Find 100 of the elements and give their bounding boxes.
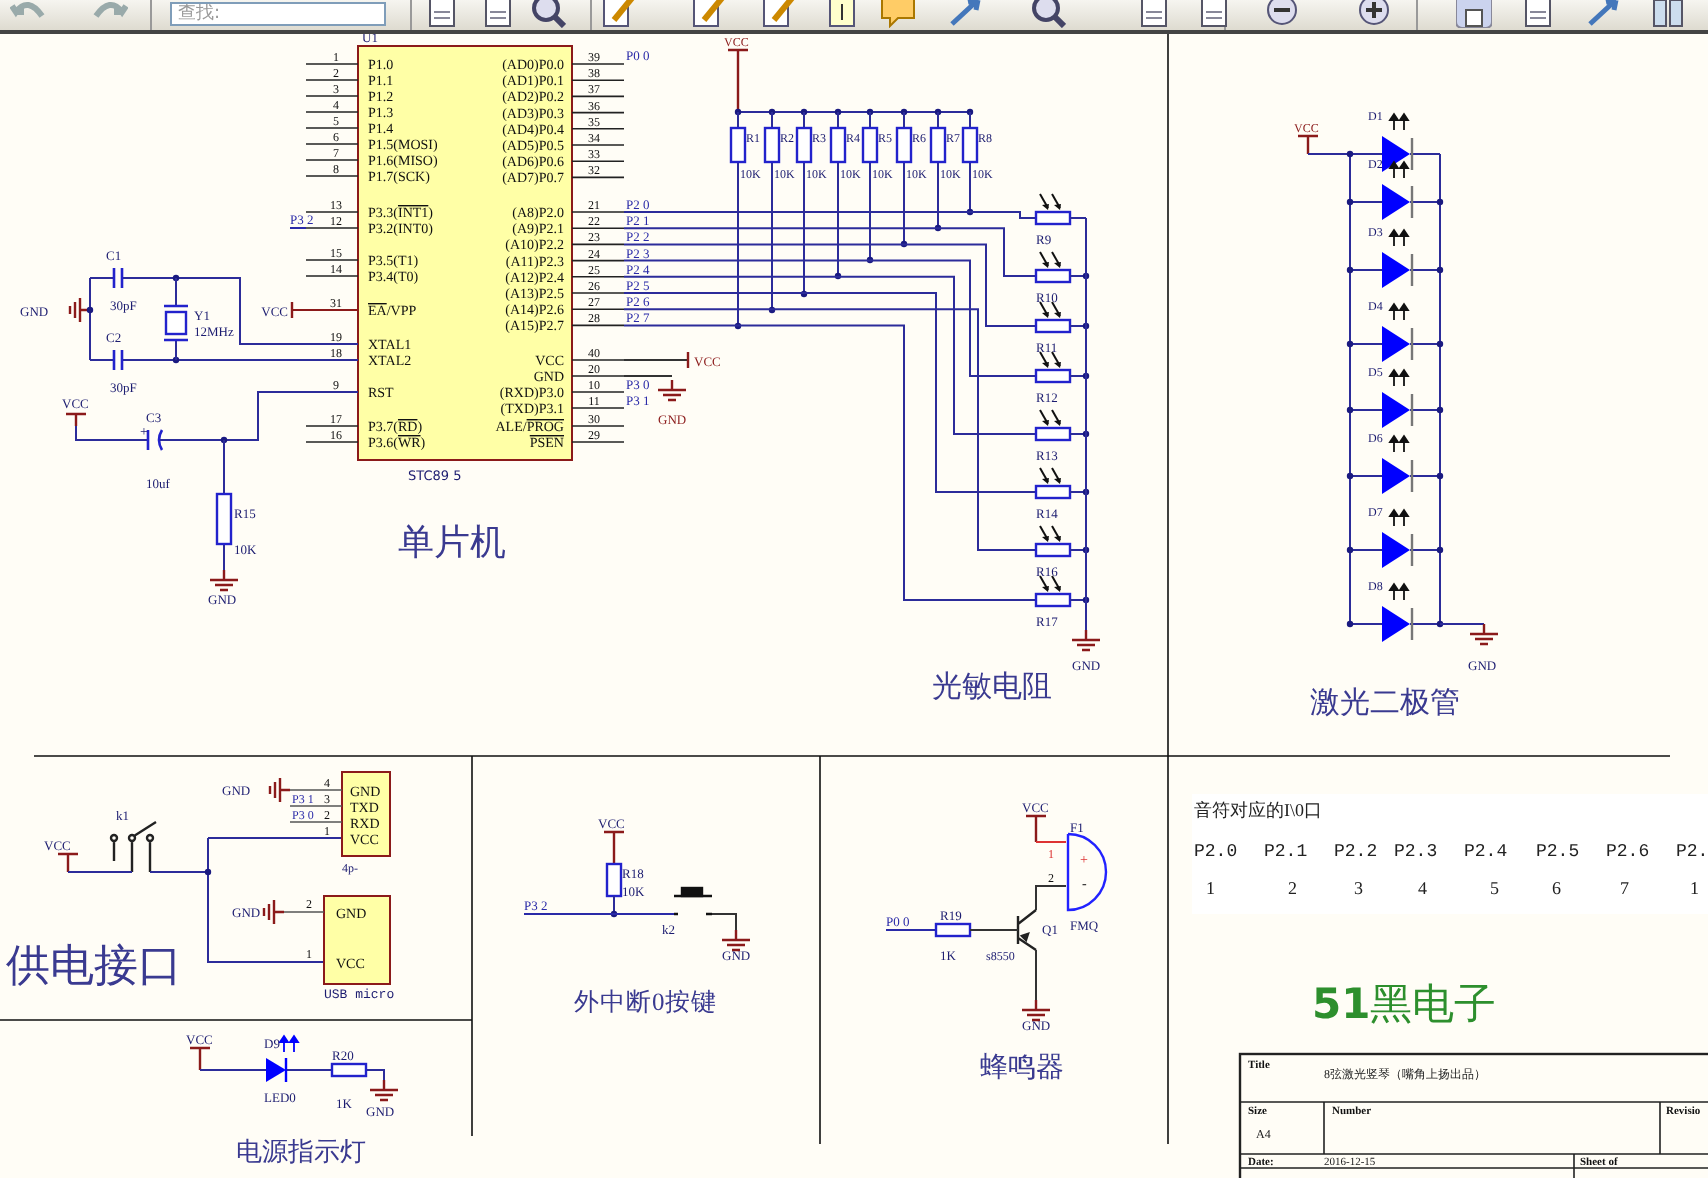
light-arrows-icon — [1388, 160, 1410, 179]
table-header: P2.6 — [1606, 842, 1650, 862]
junction-dot — [1346, 266, 1354, 274]
speech-bubble-icon[interactable] — [880, 0, 916, 28]
laser-diode-symbol — [1382, 136, 1414, 172]
table-cell: 1 — [1206, 878, 1215, 898]
pin-line — [571, 111, 625, 114]
junction-dot — [866, 256, 874, 264]
pin-line — [571, 211, 625, 213]
junction-dot — [172, 356, 180, 364]
table-header: P2.3 — [1394, 842, 1438, 862]
section-title: 外中断0按键 — [574, 988, 717, 1016]
light-arrows-icon — [1388, 434, 1410, 453]
ground-symbol — [656, 378, 688, 402]
buzzer-symbol — [1066, 832, 1108, 912]
table-cell: 7 — [1620, 878, 1629, 898]
junction-dot — [1082, 546, 1090, 554]
junction-dot — [900, 108, 908, 116]
pin-line — [283, 911, 325, 913]
junction-dot — [768, 306, 776, 314]
table-cell: 2 — [1288, 878, 1297, 898]
ground-symbol — [368, 1078, 400, 1102]
pin-line — [289, 821, 343, 823]
pin-line — [305, 127, 359, 129]
pin-line — [571, 391, 625, 393]
table-header: P2.2 — [1334, 842, 1378, 862]
resistor-symbol — [895, 126, 913, 164]
magnifier-icon[interactable] — [530, 0, 566, 28]
laser-diode-symbol — [1382, 458, 1414, 494]
page-icon[interactable] — [1520, 0, 1556, 28]
pin-line — [305, 79, 359, 81]
ground-symbol — [68, 296, 92, 324]
pin-line — [571, 95, 625, 98]
page-icon[interactable] — [424, 0, 460, 28]
laser-diode-symbol — [1382, 392, 1414, 428]
light-arrows-icon — [1388, 368, 1410, 387]
junction-dot — [1082, 372, 1090, 380]
ground-symbol — [720, 928, 752, 952]
junction-dot — [800, 108, 808, 116]
junction-dot — [900, 240, 908, 248]
pencil-icon[interactable] — [600, 0, 636, 28]
pin-line — [305, 175, 359, 177]
section-title: 电源指示灯 — [236, 1136, 366, 1166]
light-arrows-icon — [1388, 508, 1410, 527]
junction-dot — [1436, 472, 1444, 480]
binoculars-icon[interactable] — [1650, 0, 1686, 28]
photoresistor-symbol — [1034, 193, 1072, 226]
pin-line — [305, 441, 359, 443]
power-port-symbol — [1024, 814, 1048, 844]
junction-dot — [734, 108, 742, 116]
pin-line — [571, 425, 625, 427]
junction-dot — [768, 108, 776, 116]
switch-symbol — [109, 820, 158, 874]
transistor-symbol — [1016, 908, 1038, 952]
photoresistor-symbol — [1034, 301, 1072, 334]
laser-diode-symbol — [1382, 252, 1414, 288]
brand-text: 51黑电子 — [1312, 984, 1497, 1026]
junction-dot — [934, 108, 942, 116]
ground-symbol — [1468, 622, 1500, 646]
pin-line — [571, 359, 625, 361]
junction-dot — [1436, 546, 1444, 554]
junction-dot — [1346, 150, 1354, 158]
pin-line — [571, 243, 625, 246]
pin-line — [305, 111, 359, 113]
page-icon[interactable] — [480, 0, 516, 28]
pin-line — [571, 227, 625, 229]
section-title: 蜂鸣器 — [980, 1054, 1064, 1084]
resistor-symbol — [861, 126, 879, 164]
junction-dot — [1346, 406, 1354, 414]
table-header: P2. — [1676, 842, 1708, 862]
connector-body — [323, 895, 391, 985]
photoresistor-symbol — [1034, 575, 1072, 608]
photoresistor-symbol — [1034, 525, 1072, 558]
power-port-symbol — [1296, 134, 1320, 156]
pin-line — [571, 160, 625, 162]
cursor-icon[interactable] — [1586, 0, 1622, 28]
wire — [711, 913, 737, 931]
pin-line — [305, 275, 359, 277]
section-title: 光敏电阻 — [932, 672, 1052, 704]
junction-dot — [800, 290, 808, 298]
ground-symbol — [1070, 628, 1102, 652]
junction-dot — [1082, 596, 1090, 604]
photoresistor-symbol — [1034, 467, 1072, 500]
magnifier-icon[interactable] — [1030, 0, 1066, 28]
resistor-symbol — [729, 126, 747, 164]
pin-line — [305, 143, 359, 145]
junction-dot — [86, 306, 94, 314]
arrow-icon[interactable] — [948, 0, 984, 28]
pencil-icon[interactable] — [760, 0, 796, 28]
resistor-symbol — [934, 922, 972, 938]
resistor-symbol — [605, 862, 623, 898]
pin-line — [305, 259, 359, 261]
note-icon[interactable] — [824, 0, 860, 28]
table-cell: 4 — [1418, 878, 1427, 898]
junction-dot — [1436, 620, 1444, 628]
light-arrows-icon — [1388, 302, 1410, 321]
pin-line — [305, 159, 359, 161]
power-port-symbol — [188, 1046, 212, 1072]
pencil-icon[interactable] — [690, 0, 726, 28]
table-header: P2.0 — [1194, 842, 1238, 862]
